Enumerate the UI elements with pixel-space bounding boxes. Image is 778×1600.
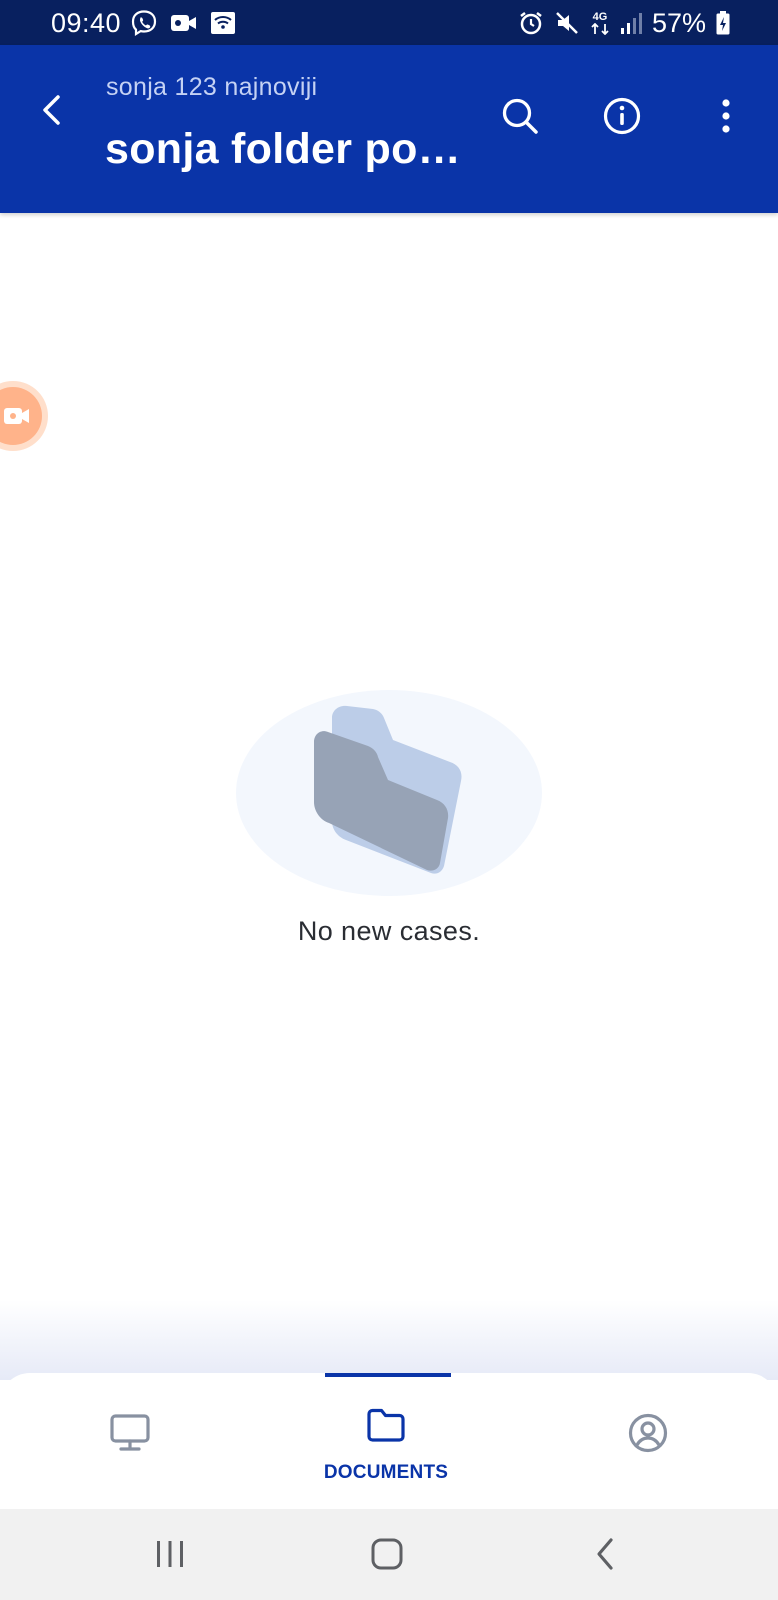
status-left-icons (130, 10, 236, 36)
back-button[interactable] (30, 88, 74, 132)
viber-icon (130, 9, 158, 37)
app-bar: sonja 123 najnoviji sonja folder po… (0, 45, 778, 213)
recents-icon (157, 1541, 183, 1567)
system-back-button[interactable] (575, 1529, 635, 1579)
floating-record-button[interactable] (0, 381, 48, 451)
info-button[interactable] (598, 92, 646, 140)
search-button[interactable] (496, 92, 544, 140)
empty-state-message: No new cases. (297, 916, 481, 946)
search-icon (502, 98, 538, 134)
status-time: 09:40 (51, 8, 122, 38)
breadcrumb: sonja 123 najnoviji (106, 73, 318, 101)
battery-charging-icon (716, 11, 730, 35)
more-vertical-icon (722, 99, 730, 133)
page-title: sonja folder po… (105, 125, 461, 173)
signal-icon (620, 11, 642, 35)
alarm-icon (518, 10, 544, 36)
more-options-button[interactable] (702, 92, 750, 140)
video-camera-icon (170, 12, 198, 34)
home-button[interactable] (357, 1529, 417, 1579)
network-4g-icon: 4G (590, 11, 610, 35)
active-tab-indicator (325, 1373, 451, 1377)
back-icon (43, 95, 60, 125)
status-bar: 09:40 4G 57% (0, 0, 778, 45)
nav-item-dashboard[interactable] (80, 1373, 180, 1509)
bottom-navigation: DOCUMENTS (0, 1373, 778, 1509)
nav-item-profile[interactable] (598, 1373, 698, 1509)
bottom-fade (0, 1300, 778, 1380)
wifi-calling-icon (210, 11, 236, 35)
home-icon (371, 1538, 403, 1570)
info-icon (603, 97, 641, 135)
status-right-icons: 4G 57% (518, 8, 730, 38)
video-record-icon (4, 408, 29, 424)
system-back-icon (597, 1538, 613, 1570)
empty-folder-illustration (236, 690, 542, 896)
recents-button[interactable] (140, 1529, 200, 1579)
floating-record-button-inner (0, 387, 42, 445)
system-navigation-bar (0, 1509, 778, 1600)
folder-illustration-icon (236, 690, 542, 896)
account-circle-icon (628, 1413, 668, 1453)
nav-item-documents[interactable]: DOCUMENTS (318, 1373, 454, 1509)
folder-icon (367, 1408, 405, 1442)
mute-icon (554, 10, 580, 36)
battery-percent: 57% (651, 8, 706, 38)
monitor-icon (110, 1414, 150, 1451)
nav-label-documents: DOCUMENTS (323, 1462, 449, 1483)
